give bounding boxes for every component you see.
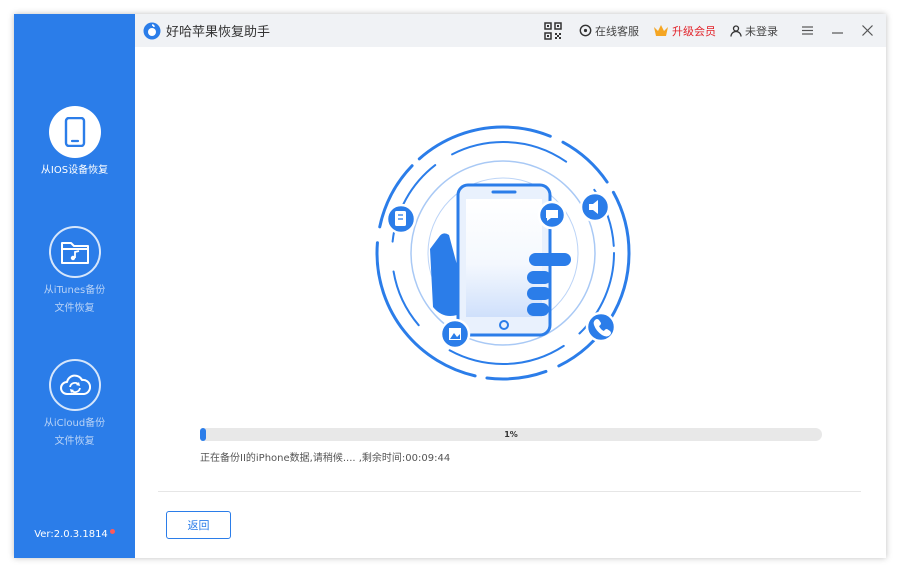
upgrade-vip-label: 升级会员 — [672, 24, 716, 38]
contacts-orbit-icon — [385, 203, 417, 235]
voice-orbit-icon — [579, 191, 611, 223]
sidebar-item-label-line1: 从iTunes备份 — [43, 285, 106, 296]
backup-status-text: 正在备份II的iPhone数据,请稍候.... ,剩余时间:00:09:44 — [200, 453, 451, 464]
login-label: 未登录 — [745, 24, 778, 38]
app-logo-icon — [143, 22, 161, 39]
online-support-label: 在线客服 — [595, 24, 639, 38]
music-folder-icon — [48, 226, 101, 278]
version-text: Ver:2.0.3.1814 — [34, 529, 108, 540]
backup-progress-bar: 1% — [200, 428, 822, 441]
close-button[interactable] — [856, 21, 878, 41]
sidebar-item-label-line2: 文件恢复 — [54, 436, 95, 447]
qr-code-button[interactable] — [544, 21, 565, 40]
online-support-button[interactable]: 在线客服 — [579, 23, 639, 39]
sidebar-item-ios-device[interactable]: 从IOS设备恢复 — [14, 106, 135, 180]
crown-icon — [654, 25, 668, 36]
main-panel: 1% 正在备份II的iPhone数据,请稍候.... ,剩余时间:00:09:4… — [135, 47, 886, 558]
minimize-button[interactable] — [826, 21, 848, 41]
sidebar-item-label-line2: 文件恢复 — [54, 303, 95, 314]
phone-icon — [48, 106, 101, 158]
back-button[interactable]: 返回 — [166, 511, 231, 539]
message-orbit-icon — [537, 200, 567, 230]
photo-orbit-icon — [439, 318, 471, 350]
divider — [158, 491, 861, 492]
menu-button[interactable] — [796, 21, 818, 41]
app-window: 从IOS设备恢复 从iTunes备份 文件恢复 从iCloud备份 文件恢复 V… — [14, 14, 886, 558]
version-label: Ver:2.0.3.1814 — [14, 529, 135, 540]
update-dot — [109, 529, 115, 534]
menu-icon — [801, 26, 813, 35]
cloud-sync-icon — [48, 359, 101, 411]
headset-icon — [579, 24, 592, 37]
app-title: 好哈苹果恢复助手 — [166, 25, 271, 40]
login-button[interactable]: 未登录 — [730, 23, 778, 39]
progress-percent: 1% — [504, 430, 518, 439]
sidebar-item-label: 从IOS设备恢复 — [40, 165, 109, 176]
minimize-icon — [831, 32, 843, 34]
phone-backup-illustration — [375, 125, 631, 381]
upgrade-vip-button[interactable]: 升级会员 — [653, 23, 716, 39]
close-icon — [861, 25, 873, 36]
sidebar-item-icloud-backup[interactable]: 从iCloud备份 文件恢复 — [14, 359, 135, 451]
phone-call-orbit-icon — [585, 311, 617, 343]
sidebar-item-itunes-backup[interactable]: 从iTunes备份 文件恢复 — [14, 226, 135, 318]
sidebar: 从IOS设备恢复 从iTunes备份 文件恢复 从iCloud备份 文件恢复 V… — [14, 14, 135, 558]
sidebar-item-label-line1: 从iCloud备份 — [43, 418, 106, 429]
user-icon — [730, 24, 742, 37]
title-bar: 好哈苹果恢复助手 在线客服 升级会员 未登录 — [135, 14, 886, 47]
qr-code-icon — [544, 21, 562, 40]
